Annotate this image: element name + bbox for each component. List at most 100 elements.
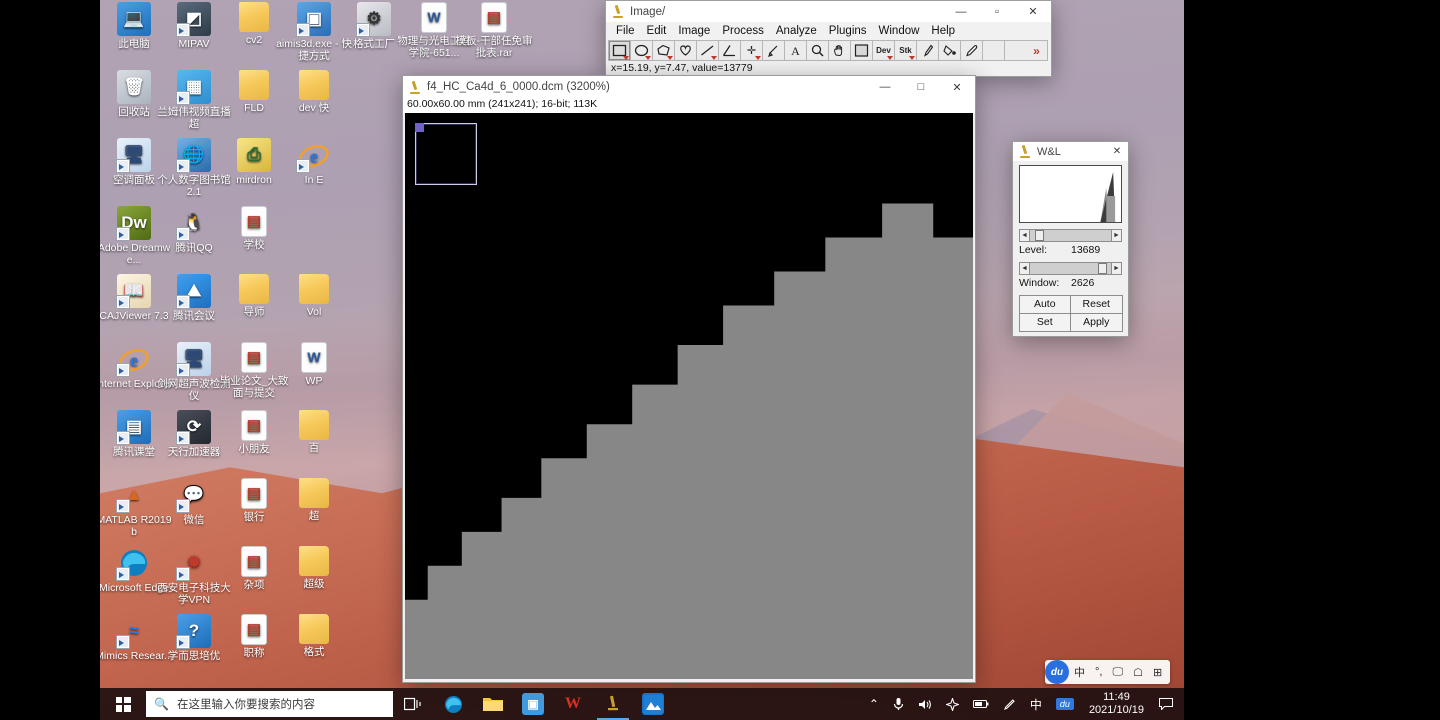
imagej-menu-analyze[interactable]: Analyze [770,24,823,38]
desktop-icon[interactable]: Vol [275,274,353,319]
dev-tool[interactable]: Dev [872,40,894,61]
ime-screen-icon[interactable]: 🖵 [1107,661,1128,683]
desktop-icon[interactable]: W WP [275,342,353,388]
taskbar-pinned-apps[interactable]: ▣ W [393,688,673,720]
set-button[interactable]: Set [1018,312,1071,332]
angle-tool[interactable] [718,40,740,61]
tool-dropdown-triangle-icon[interactable] [887,56,893,60]
wand-tool[interactable] [762,40,784,61]
taskbar-item-photos[interactable] [633,688,673,720]
desktop-icon[interactable]: ▤ 学校 [215,206,293,252]
microphone-icon[interactable] [886,688,911,720]
hand-tool[interactable] [828,40,850,61]
polygon-tool[interactable] [652,40,674,61]
auto-button[interactable]: Auto [1018,294,1071,314]
lut-tool[interactable] [850,40,872,61]
taskbar-item-wps[interactable]: W [553,688,593,720]
imagej-menu-help[interactable]: Help [925,24,961,38]
taskbar-item-imagej[interactable] [593,688,633,720]
battery-icon[interactable] [966,688,996,720]
window-slider-right-arrow[interactable]: ► [1111,262,1122,275]
desktop-icon[interactable]: 超级 [275,546,353,591]
desktop-icon[interactable]: dev 快 [275,70,353,115]
imagej-maximize-button[interactable]: ▫ [979,1,1015,22]
ime-punctuation-icon[interactable]: °, [1090,661,1107,683]
imagej-close-button[interactable]: ✕ [1015,1,1051,22]
ime-user-icon[interactable]: ☖ [1128,661,1148,683]
magnifier-tool[interactable] [806,40,828,61]
oval-tool[interactable] [630,40,652,61]
dropper-tool[interactable] [960,40,982,61]
taskbar-item-edge[interactable] [433,688,473,720]
level-slider-track[interactable] [1030,229,1111,242]
tool-dropdown-triangle-icon[interactable] [711,56,717,60]
brush-tool[interactable] [916,40,938,61]
tool-dropdown-triangle-icon[interactable] [667,56,673,60]
notification-center-icon[interactable] [1152,688,1180,720]
taskbar-item-app-blue[interactable]: ▣ [513,688,553,720]
reset-button[interactable]: Reset [1070,294,1123,314]
imagej-main-window[interactable]: Image/ — ▫ ✕ File Edit Image Process Analyze… [605,0,1052,77]
level-slider[interactable]: ◄ ► [1019,229,1122,242]
window-slider[interactable]: ◄ ► [1019,262,1122,275]
text-tool[interactable]: A [784,40,806,61]
level-slider-right-arrow[interactable]: ► [1111,229,1122,242]
volume-icon[interactable] [911,688,939,720]
imagej-menu-image[interactable]: Image [672,24,716,38]
empty-slot-1[interactable] [982,40,1004,61]
taskbar-item-file-explorer[interactable] [473,688,513,720]
desktop-icon[interactable]: 格式 [275,614,353,659]
image-close-button[interactable]: ✕ [939,76,975,98]
window-slider-thumb[interactable] [1098,263,1108,274]
taskbar[interactable]: 🔍 在这里输入你要搜索的内容 ▣ W ⌃ 中 du 11:49 2021/10/… [100,688,1184,720]
desktop-icon[interactable]: e In E [275,138,353,187]
wl-title-bar[interactable]: W&L ✕ [1013,142,1128,161]
desktop-icon[interactable]: 百 [275,410,353,455]
rectangle-tool[interactable] [608,40,630,61]
image-window-title-bar[interactable]: f4_HC_Ca4d_6_0000.dcm (3200%) — □ ✕ [403,76,975,98]
start-button[interactable] [100,688,146,720]
system-tray[interactable]: ⌃ 中 du 11:49 2021/10/19 [862,688,1184,720]
imagej-menu-bar[interactable]: File Edit Image Process Analyze Plugins Window… [606,22,1051,39]
apply-button[interactable]: Apply [1070,312,1123,332]
ime-mode-chinese-icon[interactable]: 中 [1069,661,1090,683]
level-slider-left-arrow[interactable]: ◄ [1019,229,1030,242]
baidu-logo-icon[interactable]: du [1045,660,1069,684]
taskbar-search-input[interactable]: 🔍 在这里输入你要搜索的内容 [146,691,393,717]
desktop-icon[interactable]: ▤ 模板-干部任免审批表.rar [455,2,533,59]
network-icon[interactable] [939,688,966,720]
taskbar-clock[interactable]: 11:49 2021/10/19 [1081,691,1152,717]
window-slider-left-arrow[interactable]: ◄ [1019,262,1030,275]
roi-handle[interactable] [415,123,424,132]
pen-icon[interactable] [996,688,1023,720]
dicom-image-window[interactable]: f4_HC_Ca4d_6_0000.dcm (3200%) — □ ✕ 60.0… [402,75,976,683]
tool-dropdown-triangle-icon[interactable] [623,56,629,60]
baidu-ime-toolbar[interactable]: du 中 °, 🖵 ☖ ⊞ [1045,660,1171,684]
tool-dropdown-triangle-icon[interactable] [909,56,915,60]
window-and-level-dialog[interactable]: W&L ✕ ◄ ► Level: 13689 ◄ ► Window: 2626 … [1012,141,1129,337]
line-tool[interactable] [696,40,718,61]
point-tool[interactable]: ✛ [740,40,762,61]
freehand-tool[interactable] [674,40,696,61]
imagej-menu-process[interactable]: Process [716,24,770,38]
wl-close-button[interactable]: ✕ [1106,142,1128,161]
ime-language-indicator[interactable]: 中 [1023,688,1049,720]
imagej-tool-bar[interactable]: ✛ A Dev Stk » [606,39,1051,61]
image-maximize-button[interactable]: □ [903,76,939,98]
tool-dropdown-triangle-icon[interactable] [645,56,651,60]
desktop[interactable]: 💻 此电脑 ◩ MIPAV cv2 ▣ aimis3d.exe - 快捷方式 ⚙ 格式工厂 W 物理… [100,0,1184,720]
image-canvas[interactable] [405,113,973,679]
imagej-menu-window[interactable]: Window [873,24,926,38]
baidu-tray-icon[interactable]: du [1049,688,1081,720]
show-hidden-icons-button[interactable]: ⌃ [862,688,886,720]
imagej-menu-edit[interactable]: Edit [641,24,673,38]
more-tools[interactable]: » [1026,40,1048,61]
empty-slot-2[interactable] [1004,40,1026,61]
image-minimize-button[interactable]: — [867,76,903,98]
desktop-icon[interactable]: 超 [275,478,353,523]
tool-dropdown-triangle-icon[interactable] [755,56,761,60]
roi-selection-rectangle[interactable] [415,123,477,185]
imagej-minimize-button[interactable]: — [943,1,979,22]
taskbar-item-task-view[interactable] [393,688,433,720]
imagej-menu-file[interactable]: File [610,24,641,38]
